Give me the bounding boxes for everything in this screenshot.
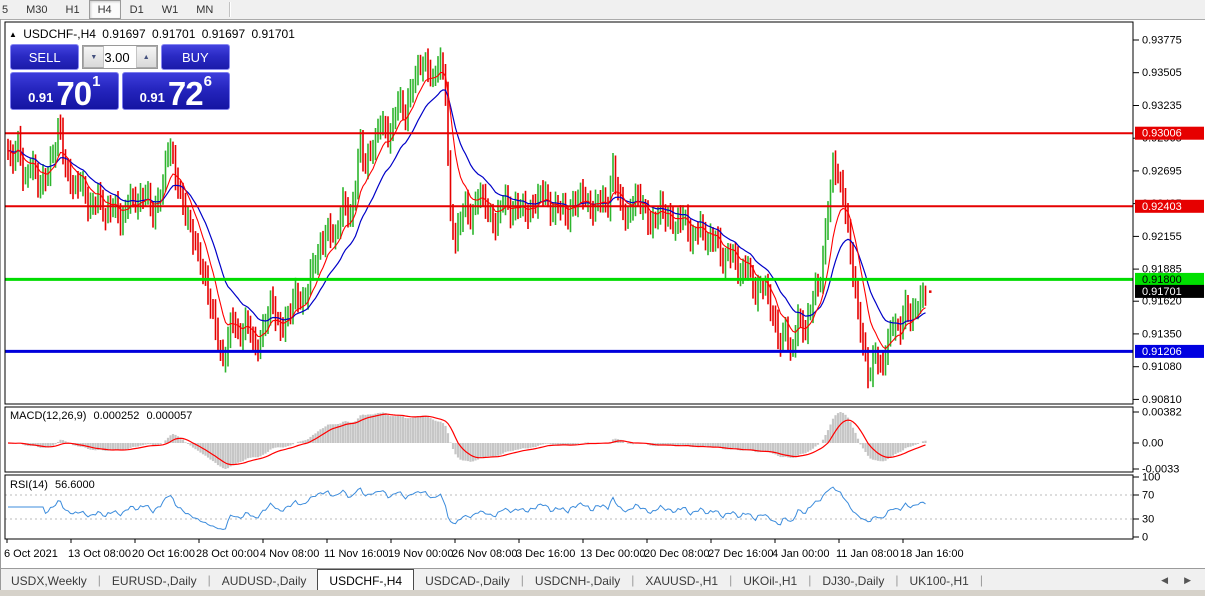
chevron-up-icon: ▲ <box>143 54 150 61</box>
svg-text:0.93235: 0.93235 <box>1142 100 1182 112</box>
tab-eurusd-daily[interactable]: EURUSD-,Daily <box>101 571 208 591</box>
svg-text:6 Oct 2021: 6 Oct 2021 <box>4 548 58 560</box>
tab-xauusd-h1[interactable]: XAUUSD-,H1 <box>634 571 729 591</box>
rsi-level-lines <box>5 495 1133 519</box>
period-toolbar: 5M30H1H4D1W1MN <box>0 0 1205 20</box>
svg-text:13 Dec 00:00: 13 Dec 00:00 <box>580 548 645 560</box>
status-strip <box>0 590 1205 596</box>
macd-value-2: 0.000057 <box>146 410 192 422</box>
toolbar-separator <box>229 2 231 17</box>
tabs-scroll-right-icon[interactable]: ▶ <box>1184 575 1191 586</box>
one-click-trade-panel: SELL ▼ 3.00 ▲ BUY 0.91 70 1 0.91 72 6 <box>10 44 230 110</box>
svg-text:28 Oct 00:00: 28 Oct 00:00 <box>196 548 259 560</box>
svg-text:0.92695: 0.92695 <box>1142 165 1182 177</box>
tab-usdcad-daily[interactable]: USDCAD-,Daily <box>414 571 521 591</box>
symbol-period-label: USDCHF-,H4 <box>23 27 96 41</box>
svg-text:11 Jan 08:00: 11 Jan 08:00 <box>836 548 899 560</box>
svg-text:0.00: 0.00 <box>1142 438 1163 450</box>
date-axis: 6 Oct 2021 13 Oct 08:0020 Oct 16:0028 Oct… <box>4 539 964 560</box>
svg-text:26 Nov 08:00: 26 Nov 08:00 <box>452 548 517 560</box>
sell-price-sup: 1 <box>92 75 100 89</box>
svg-text:19 Nov 00:00: 19 Nov 00:00 <box>388 548 453 560</box>
timeframe-button-h1[interactable]: H1 <box>57 0 89 19</box>
quote-high: 0.91701 <box>152 27 195 41</box>
volume-input[interactable]: 3.00 <box>104 46 135 68</box>
svg-text:20 Dec 08:00: 20 Dec 08:00 <box>644 548 709 560</box>
chevron-down-icon: ▼ <box>90 54 97 61</box>
svg-text:13 Oct 08:00: 13 Oct 08:00 <box>68 548 131 560</box>
svg-text:0.93775: 0.93775 <box>1142 35 1182 47</box>
svg-text:0: 0 <box>1142 532 1148 544</box>
buy-price-prefix: 0.91 <box>140 88 165 107</box>
tab-uk100-h1[interactable]: UK100-,H1 <box>898 571 979 591</box>
svg-text:0.93006: 0.93006 <box>1142 128 1182 140</box>
svg-text:100: 100 <box>1142 472 1160 484</box>
quote-close: 0.91701 <box>251 27 294 41</box>
svg-text:0.91800: 0.91800 <box>1142 274 1182 286</box>
svg-text:18 Jan 16:00: 18 Jan 16:00 <box>900 548 964 560</box>
svg-text:0.92155: 0.92155 <box>1142 231 1182 243</box>
sell-price-display[interactable]: 0.91 70 1 <box>10 72 119 110</box>
svg-text:70: 70 <box>1142 490 1154 502</box>
quote-open: 0.91697 <box>102 27 145 41</box>
volume-increase-button[interactable]: ▲ <box>136 46 157 68</box>
level-lines-layer <box>5 133 1133 351</box>
current-price-marker <box>929 290 932 293</box>
timeframe-button-5[interactable]: 5 <box>0 0 17 19</box>
buy-price-display[interactable]: 0.91 72 6 <box>122 72 231 110</box>
quote-header: ▲ USDCHF-,H4 0.91697 0.91701 0.91697 0.9… <box>9 27 298 41</box>
timeframe-button-w1[interactable]: W1 <box>153 0 188 19</box>
rsi-value: 56.6000 <box>55 479 95 491</box>
svg-text:30: 30 <box>1142 514 1154 526</box>
tab-usdcnh-daily[interactable]: USDCNH-,Daily <box>524 571 631 591</box>
timeframe-button-h4[interactable]: H4 <box>89 0 121 19</box>
volume-decrease-button[interactable]: ▼ <box>83 46 104 68</box>
macd-indicator-label: MACD(12,26,9) 0.000252 0.000057 <box>10 410 196 422</box>
indicator-axes: 0.003820.00-0.003310070300 <box>1133 407 1182 544</box>
svg-text:11 Nov 16:00: 11 Nov 16:00 <box>324 548 389 560</box>
ma-fast-line <box>8 73 926 349</box>
volume-spinner: ▼ 3.00 ▲ <box>82 45 157 69</box>
buy-price-big: 72 <box>168 80 203 107</box>
tab-dj30-daily[interactable]: DJ30-,Daily <box>811 571 895 591</box>
timeframe-button-m30[interactable]: M30 <box>17 0 56 19</box>
timeframe-button-mn[interactable]: MN <box>187 0 222 19</box>
chart-tabbar: USDX,Weekly|EURUSD-,Daily|AUDUSD-,DailyU… <box>0 568 1205 591</box>
window-left-border <box>0 19 1 590</box>
rsi-indicator-label: RSI(14) 56.6000 <box>10 479 99 491</box>
svg-text:0.90810: 0.90810 <box>1142 394 1182 406</box>
macd-name: MACD(12,26,9) <box>10 410 86 422</box>
svg-text:0.00382: 0.00382 <box>1142 407 1182 419</box>
svg-text:0.92403: 0.92403 <box>1142 201 1182 213</box>
rsi-line <box>8 487 926 529</box>
timeframe-button-d1[interactable]: D1 <box>121 0 153 19</box>
sell-price-big: 70 <box>56 80 91 107</box>
svg-text:20 Oct 16:00: 20 Oct 16:00 <box>132 548 195 560</box>
sell-price-prefix: 0.91 <box>28 88 53 107</box>
collapse-panel-icon[interactable]: ▲ <box>9 30 17 39</box>
tab-usdchf-h4[interactable]: USDCHF-,H4 <box>317 569 414 591</box>
svg-text:0.91206: 0.91206 <box>1142 346 1182 358</box>
svg-text:0.91350: 0.91350 <box>1142 328 1182 340</box>
tab-usdx-weekly[interactable]: USDX,Weekly <box>0 571 98 591</box>
tab-audusd-daily[interactable]: AUDUSD-,Daily <box>211 571 318 591</box>
rsi-name: RSI(14) <box>10 479 48 491</box>
svg-text:0.91701: 0.91701 <box>1142 286 1182 298</box>
svg-text:4 Jan 00:00: 4 Jan 00:00 <box>772 548 830 560</box>
svg-text:27 Dec 16:00: 27 Dec 16:00 <box>708 548 773 560</box>
buy-price-sup: 6 <box>204 75 212 89</box>
svg-text:4 Nov 08:00: 4 Nov 08:00 <box>260 548 319 560</box>
svg-text:3 Dec 16:00: 3 Dec 16:00 <box>516 548 575 560</box>
svg-text:0.91080: 0.91080 <box>1142 361 1182 373</box>
tabs-scroll-left-icon[interactable]: ◀ <box>1161 575 1168 586</box>
tab-ukoil-h1[interactable]: UKOil-,H1 <box>732 571 808 591</box>
buy-button[interactable]: BUY <box>161 44 230 70</box>
sell-button[interactable]: SELL <box>10 44 79 70</box>
tab-separator: | <box>980 573 983 587</box>
svg-text:0.93505: 0.93505 <box>1142 67 1182 79</box>
macd-value-1: 0.000252 <box>93 410 139 422</box>
quote-low: 0.91697 <box>202 27 245 41</box>
